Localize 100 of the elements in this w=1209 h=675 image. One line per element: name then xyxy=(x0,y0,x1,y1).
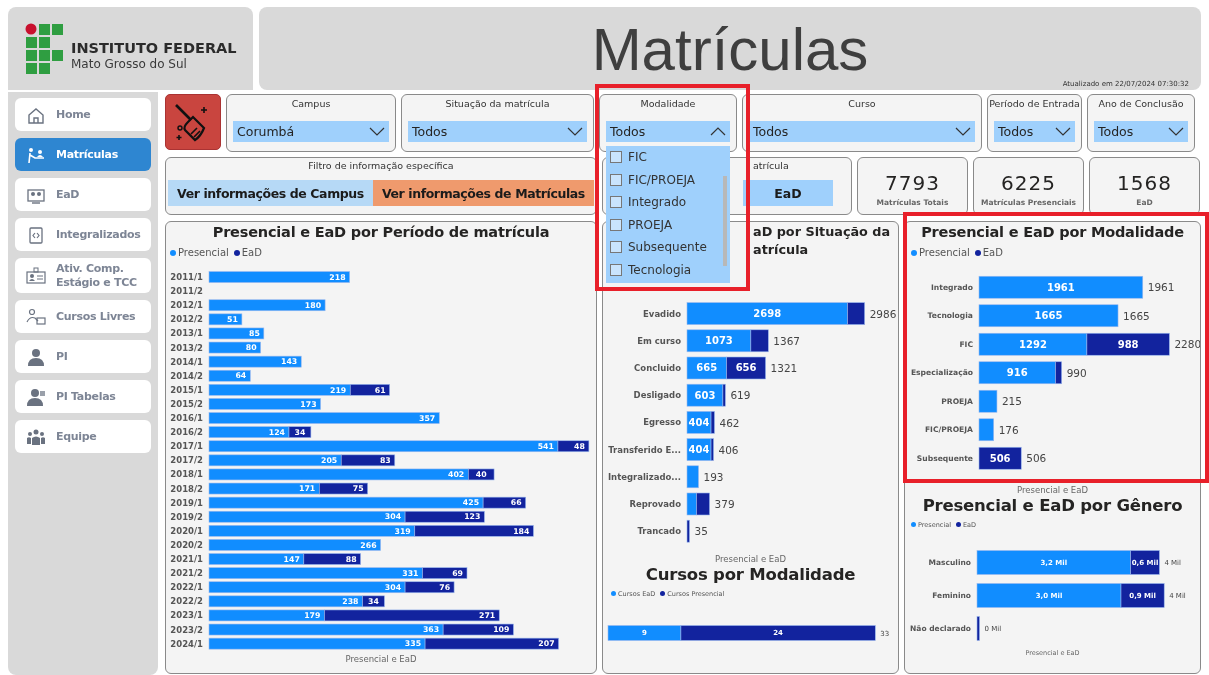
checkbox[interactable] xyxy=(610,218,622,231)
filter-label: Modalidade xyxy=(640,98,696,110)
nav-item[interactable]: EaD xyxy=(15,178,151,211)
legend-item: EaD xyxy=(974,247,1003,258)
checkbox[interactable] xyxy=(610,263,622,276)
data-label: 1073 xyxy=(705,335,733,347)
kpi-value: 6225 xyxy=(1001,171,1056,195)
axis-label: 2023/2 xyxy=(169,624,203,635)
chevron-icon xyxy=(369,127,385,136)
nav-item[interactable]: Integralizados xyxy=(15,218,151,251)
legend-item: Presencial xyxy=(170,247,229,258)
dropdown[interactable]: Todos xyxy=(408,121,587,142)
data-label: 916 xyxy=(1006,367,1028,379)
axis-label: Concluido xyxy=(634,362,681,373)
chart-title: aD por Situação da xyxy=(753,223,891,241)
total-label: 2986 xyxy=(869,307,896,320)
axis-label: Trancado xyxy=(637,526,681,537)
chevron-icon xyxy=(1055,127,1071,136)
axis-label: 2012/1 xyxy=(169,300,203,311)
dropdown[interactable]: Todos xyxy=(749,121,975,142)
checkbox[interactable] xyxy=(610,196,622,209)
bar xyxy=(686,519,690,543)
nav-item[interactable]: Matrículas xyxy=(15,138,151,171)
axis-label: 2017/2 xyxy=(169,455,203,466)
data-label: 404 xyxy=(688,444,710,456)
dropdown-option[interactable]: PROEJA xyxy=(610,213,730,236)
dropdown-option[interactable]: Tecnologia xyxy=(610,258,730,281)
axis-label: Integralizado... xyxy=(607,471,681,482)
checkbox[interactable] xyxy=(610,173,622,186)
data-label: 1665 xyxy=(1034,310,1063,322)
total-label: 506 xyxy=(1026,452,1047,465)
axis-label: 2015/1 xyxy=(169,384,203,395)
total-label: 35 xyxy=(694,525,708,538)
total-label: 379 xyxy=(714,498,735,511)
dropdown-option[interactable]: FIC xyxy=(610,146,730,169)
checkbox[interactable] xyxy=(610,151,622,164)
nav-item[interactable]: Cursos Livres xyxy=(15,300,151,333)
nav-item[interactable]: Ativ. Comp. Estágio e TCC xyxy=(15,258,151,293)
chevron-icon xyxy=(955,127,971,136)
chart-title: Presencial e EaD por Gênero xyxy=(922,495,1183,516)
data-label: 665 xyxy=(696,362,718,374)
filter-label: Filtro de informação específica xyxy=(308,160,454,172)
filter-label: Curso xyxy=(848,98,876,110)
dropdown[interactable]: Corumbá xyxy=(233,121,389,142)
team-icon xyxy=(26,427,46,446)
scrollbar[interactable] xyxy=(723,176,727,266)
toggle-button[interactable]: EaD xyxy=(743,180,833,206)
teacher-icon xyxy=(26,307,46,326)
total-label: 193 xyxy=(703,471,724,483)
code-icon xyxy=(26,225,46,244)
axis-label: 2013/2 xyxy=(169,342,203,353)
bar xyxy=(976,615,980,641)
nav-item[interactable]: Home xyxy=(15,98,151,131)
axis-label: 2014/1 xyxy=(169,356,203,367)
data-label: 988 xyxy=(1117,338,1139,350)
nav-item[interactable]: PI xyxy=(15,340,151,373)
person-icon xyxy=(26,387,46,406)
axis-label: 2022/2 xyxy=(169,596,203,607)
dropdown-option[interactable]: Subsequente xyxy=(610,236,730,259)
checkbox[interactable] xyxy=(610,241,622,254)
chevron-icon xyxy=(710,127,726,136)
chart-title: Presencial e EaD por Modalidade xyxy=(921,223,1184,241)
bar xyxy=(696,492,710,516)
total-label: 1665 xyxy=(1123,309,1150,322)
axis-label: Em curso xyxy=(637,335,681,346)
filter-label: atrícula xyxy=(753,160,789,172)
data-label: 1292 xyxy=(1019,338,1047,350)
bar xyxy=(726,356,766,380)
axis-label: 2023/1 xyxy=(169,610,203,621)
logo-name: INSTITUTO FEDERAL xyxy=(71,40,237,57)
bar xyxy=(686,465,699,489)
clear-filters-button[interactable] xyxy=(165,94,221,150)
axis-label: 2020/1 xyxy=(169,525,203,536)
axis-label: 2015/2 xyxy=(169,398,203,409)
axis-title: Presencial e EaD xyxy=(715,553,786,564)
bar xyxy=(686,356,727,380)
dropdown[interactable]: Todos xyxy=(606,121,730,142)
data-label: 404 xyxy=(688,416,710,428)
axis-label: 2024/1 xyxy=(169,638,203,649)
nav-item[interactable]: Equipe xyxy=(15,420,151,453)
dropdown[interactable]: Todos xyxy=(1094,121,1188,142)
axis-label: 2022/1 xyxy=(169,582,203,593)
axis-label: 2016/2 xyxy=(169,427,203,438)
chevron-icon xyxy=(567,127,583,136)
dropdown-option[interactable]: Integrado xyxy=(610,191,730,214)
person-icon xyxy=(26,347,46,366)
total-label: 1961 xyxy=(1147,281,1175,294)
toggle-button[interactable]: Ver informações de Matrículas xyxy=(372,180,594,206)
dropdown-option[interactable]: FIC/PROEJA xyxy=(610,168,730,191)
total-label: 176 xyxy=(998,423,1019,436)
axis-label: 2014/2 xyxy=(169,370,203,381)
toggle-button[interactable]: Ver informações de Campus xyxy=(168,180,373,206)
axis-label: 2021/1 xyxy=(169,554,203,564)
nav-item[interactable]: PI Tabelas xyxy=(15,380,151,413)
dropdown[interactable]: Todos xyxy=(994,121,1075,142)
legend-item: EaD xyxy=(233,247,262,258)
axis-label: Evadido xyxy=(643,308,681,319)
total-label: 462 xyxy=(719,416,740,429)
axis-label: 2021/2 xyxy=(169,568,203,579)
axis-label: 2018/1 xyxy=(169,469,203,480)
